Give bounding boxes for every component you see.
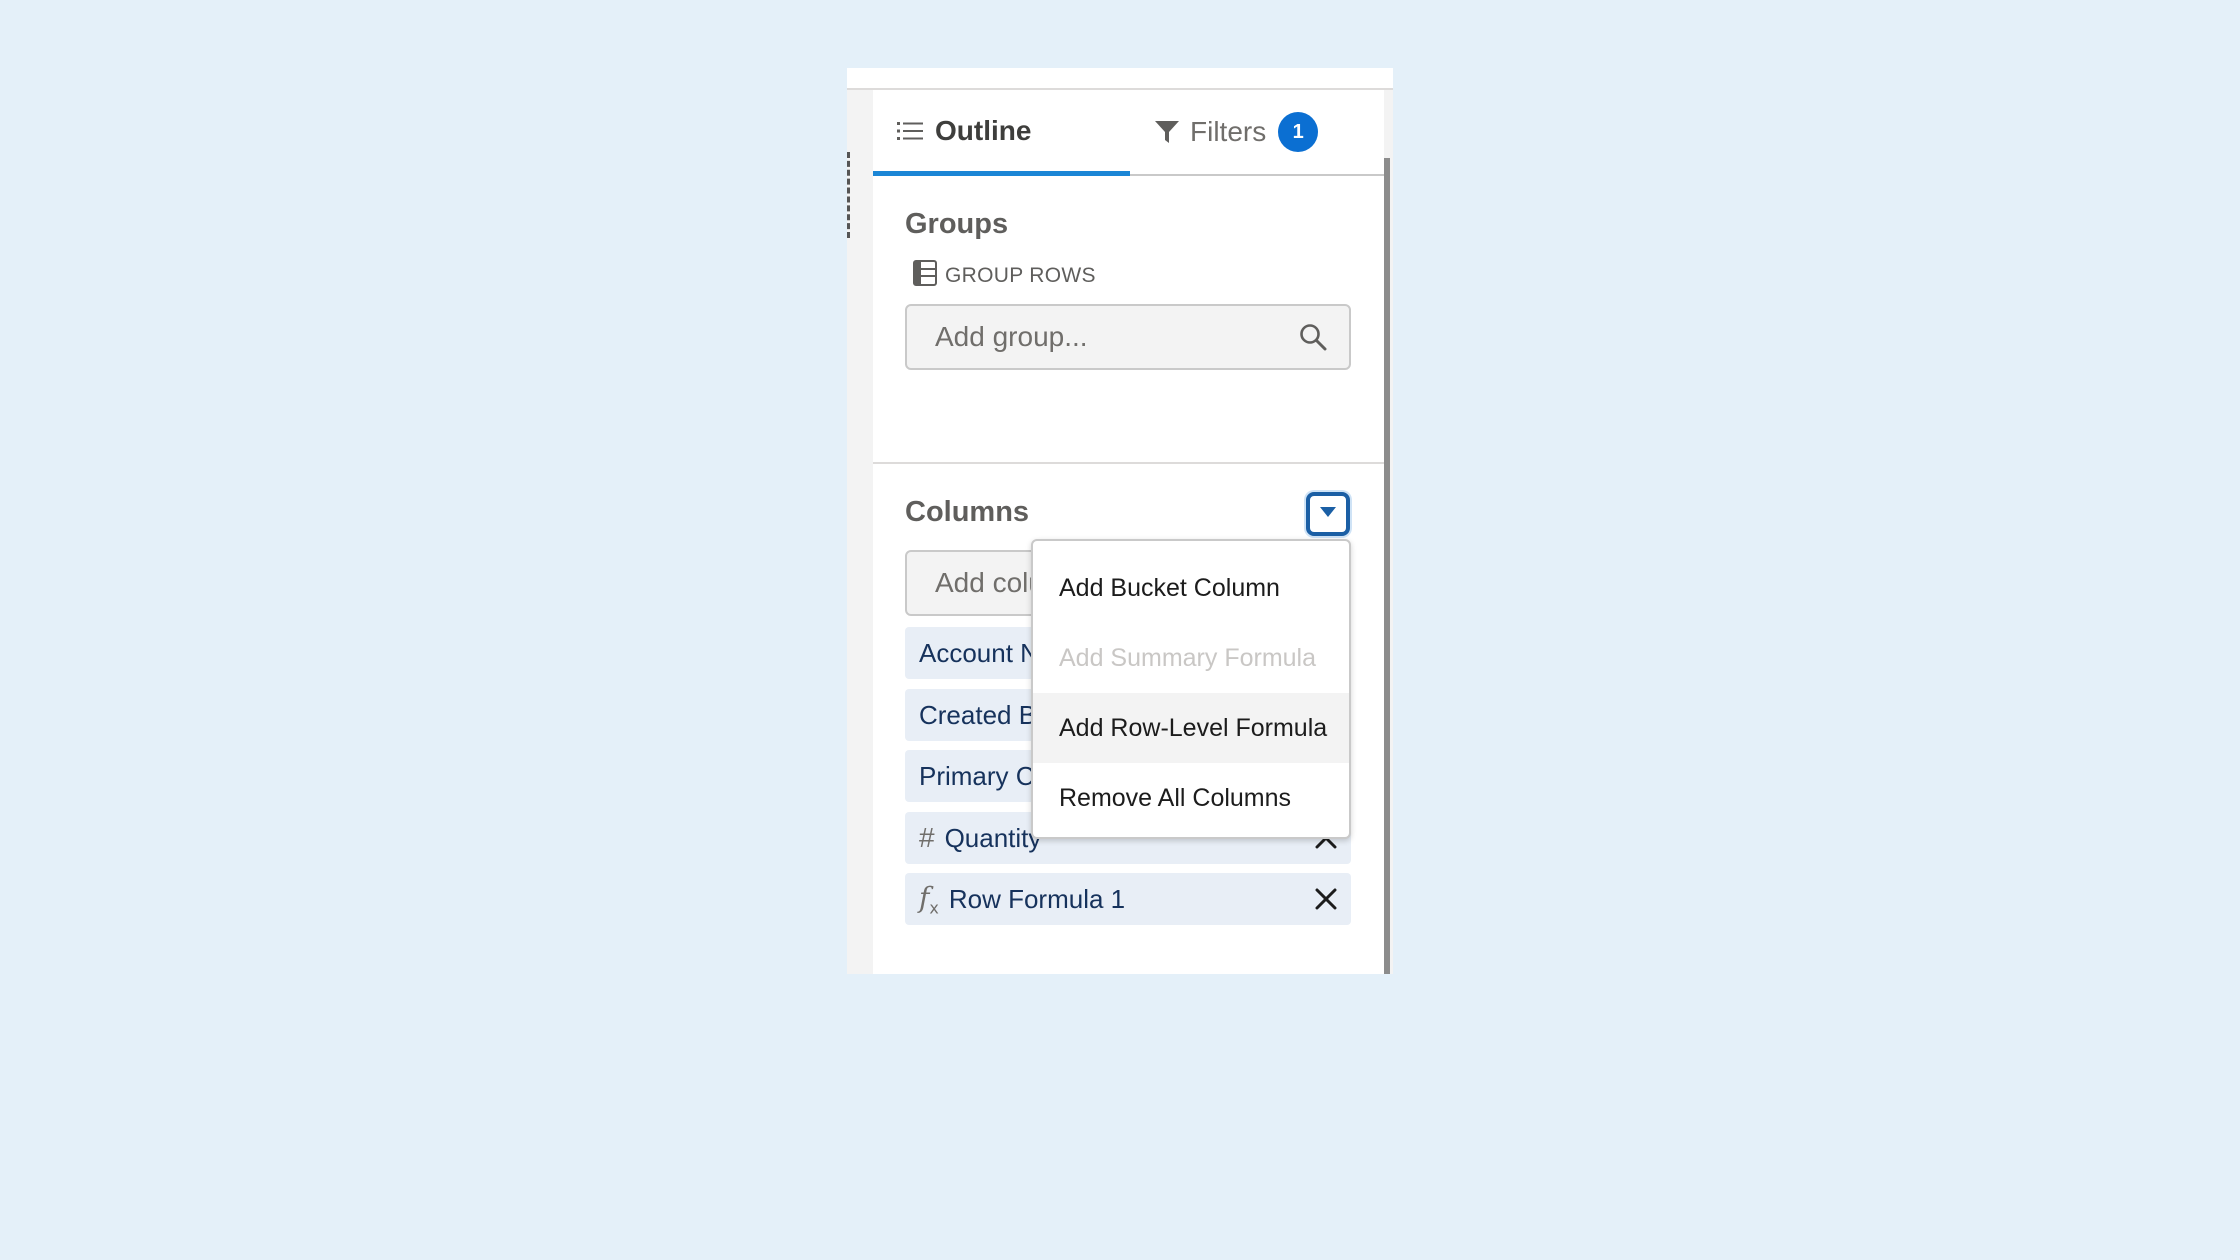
tab-outline[interactable]: Outline — [873, 90, 1130, 176]
add-group-input[interactable] — [933, 320, 1297, 354]
panel-content: Outline Filters 1 Groups GROUP ROWS Add … — [873, 90, 1384, 974]
column-pill-label: Row Formula 1 — [948, 883, 1126, 914]
group-rows-label: GROUP ROWS — [913, 260, 1096, 292]
number-icon: # — [919, 822, 935, 853]
tab-outline-label: Outline — [935, 114, 1032, 146]
section-divider — [873, 462, 1384, 464]
columns-dropdown-menu: Add Bucket Column Add Summary Formula Ad… — [1031, 539, 1351, 839]
groups-title: Groups — [905, 208, 1009, 240]
tab-filters-label: Filters — [1190, 116, 1267, 147]
column-pill-label: Quantity — [944, 822, 1042, 853]
menu-item-add-summary-formula: Add Summary Formula — [1059, 643, 1317, 672]
caret-down-icon — [1319, 505, 1337, 523]
column-pill-label: Created By — [919, 699, 1050, 730]
filter-icon — [1154, 119, 1180, 145]
menu-item-remove-all-columns[interactable]: Remove All Columns — [1033, 763, 1349, 833]
tab-filters[interactable]: Filters 1 — [1130, 90, 1384, 174]
columns-menu-button[interactable] — [1306, 492, 1350, 536]
columns-title: Columns — [905, 496, 1030, 528]
resize-handle[interactable] — [847, 152, 853, 238]
search-icon — [1299, 323, 1327, 351]
panel-top-strip — [847, 68, 1393, 90]
add-group-field[interactable] — [905, 304, 1351, 370]
filters-count-badge: 1 — [1278, 112, 1319, 152]
menu-item-add-row-level-formula[interactable]: Add Row-Level Formula — [1033, 693, 1349, 763]
tab-bar: Outline Filters 1 — [873, 90, 1384, 176]
close-icon[interactable] — [1315, 888, 1337, 910]
group-rows-text: GROUP ROWS — [945, 264, 1096, 287]
column-pill[interactable]: fx Row Formula 1 — [905, 873, 1351, 925]
menu-item-add-bucket-column[interactable]: Add Bucket Column — [1033, 553, 1349, 623]
formula-icon: fx — [919, 880, 939, 918]
table-rows-icon — [913, 260, 945, 292]
scrollbar[interactable] — [1384, 158, 1390, 974]
list-icon — [897, 119, 925, 143]
